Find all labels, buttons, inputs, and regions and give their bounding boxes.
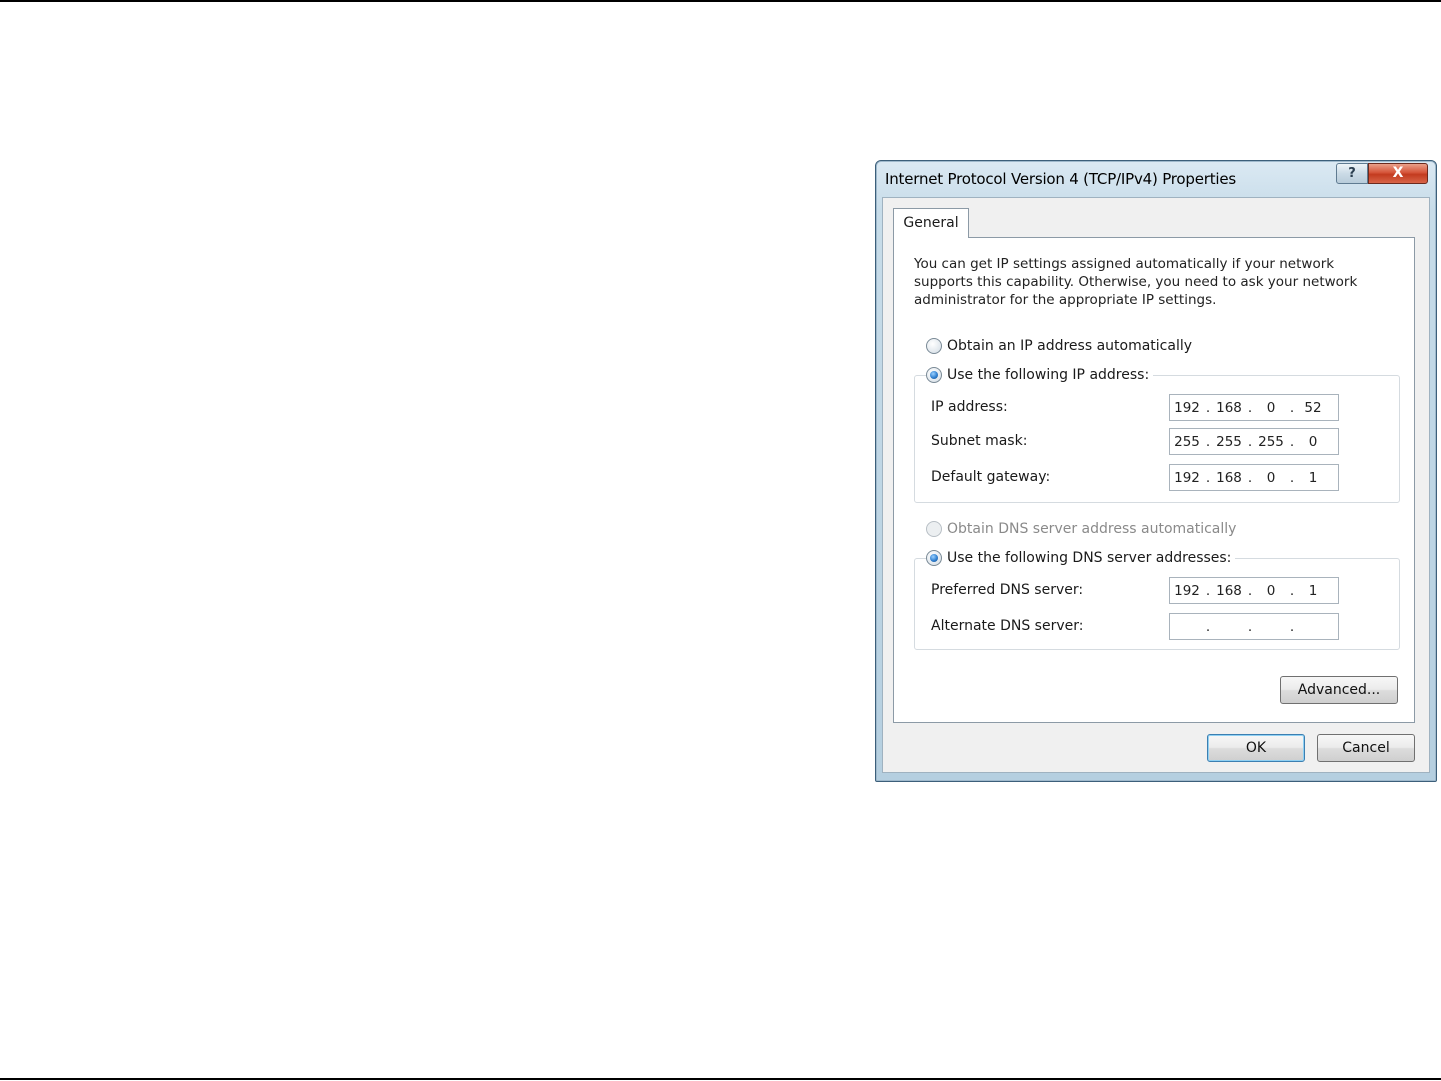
- title-bar[interactable]: Internet Protocol Version 4 (TCP/IPv4) P…: [876, 161, 1436, 199]
- ok-button[interactable]: OK: [1207, 734, 1305, 762]
- obtain-ip-auto-label: Obtain an IP address automatically: [947, 338, 1193, 354]
- octet-dot: .: [1247, 469, 1253, 486]
- general-tab-panel: You can get IP settings assigned automat…: [893, 237, 1415, 723]
- preferred-dns-row: Preferred DNS server: 192. 168. 0. 1: [931, 577, 1391, 605]
- octet-dot: .: [1205, 469, 1211, 486]
- octet: 0: [1266, 399, 1276, 416]
- page-bottom-rule: [0, 1078, 1441, 1080]
- subnet-mask-row: Subnet mask: 255. 255. 255. 0: [931, 428, 1391, 456]
- ip-address-field[interactable]: 192. 168. 0. 52: [1169, 394, 1339, 421]
- default-gateway-field[interactable]: 192. 168. 0. 1: [1169, 464, 1339, 491]
- preferred-dns-label: Preferred DNS server:: [931, 582, 1084, 598]
- use-following-dns-radio[interactable]: Use the following DNS server addresses:: [926, 548, 1236, 568]
- help-icon: ?: [1348, 166, 1356, 181]
- octet: 255: [1174, 433, 1200, 450]
- octet-dot: .: [1289, 433, 1295, 450]
- obtain-dns-auto-radio[interactable]: Obtain DNS server address automatically: [926, 519, 1236, 539]
- octet-dot: .: [1289, 582, 1295, 599]
- cancel-button[interactable]: Cancel: [1317, 734, 1415, 762]
- octet-dot: .: [1205, 582, 1211, 599]
- octet: 168: [1216, 399, 1242, 416]
- help-button[interactable]: ?: [1336, 163, 1368, 184]
- octet: 192: [1174, 469, 1200, 486]
- octet: 0: [1266, 582, 1276, 599]
- close-button[interactable]: X: [1368, 163, 1428, 184]
- octet-dot: .: [1247, 433, 1253, 450]
- octet: 1: [1308, 469, 1318, 486]
- use-following-ip-radio[interactable]: Use the following IP address:: [926, 365, 1154, 385]
- radio-icon: [926, 338, 942, 354]
- subnet-mask-field[interactable]: 255. 255. 255. 0: [1169, 428, 1339, 455]
- advanced-button[interactable]: Advanced...: [1280, 676, 1398, 704]
- tab-general[interactable]: General: [893, 208, 969, 238]
- obtain-dns-auto-label: Obtain DNS server address automatically: [947, 521, 1237, 537]
- octet: 192: [1174, 399, 1200, 416]
- close-icon: X: [1392, 165, 1404, 181]
- use-following-dns-label: Use the following DNS server addresses:: [947, 550, 1232, 566]
- ip-address-row: IP address: 192. 168. 0. 52: [931, 394, 1391, 422]
- octet-dot: .: [1247, 399, 1253, 416]
- alternate-dns-row: Alternate DNS server: . . .: [931, 613, 1391, 641]
- octet-dot: .: [1247, 582, 1253, 599]
- octet: 0: [1308, 433, 1318, 450]
- radio-icon: [926, 550, 942, 566]
- subnet-mask-label: Subnet mask:: [931, 433, 1028, 449]
- octet: 255: [1216, 433, 1242, 450]
- octet-dot: .: [1205, 618, 1211, 635]
- default-gateway-row: Default gateway: 192. 168. 0. 1: [931, 464, 1391, 492]
- page-top-rule: [0, 0, 1441, 2]
- dialog-title: Internet Protocol Version 4 (TCP/IPv4) P…: [885, 170, 1237, 188]
- default-gateway-label: Default gateway:: [931, 469, 1051, 485]
- octet-dot: .: [1289, 399, 1295, 416]
- octet-dot: .: [1205, 399, 1211, 416]
- dns-server-group: Preferred DNS server: 192. 168. 0. 1 Alt…: [914, 558, 1400, 650]
- alternate-dns-field[interactable]: . . .: [1169, 613, 1339, 640]
- intro-text: You can get IP settings assigned automat…: [914, 256, 1358, 308]
- octet: 192: [1174, 582, 1200, 599]
- octet: 52: [1304, 399, 1322, 416]
- tcpip-properties-dialog: Internet Protocol Version 4 (TCP/IPv4) P…: [875, 160, 1437, 782]
- radio-icon: [926, 521, 942, 537]
- octet: 255: [1258, 433, 1284, 450]
- octet-dot: .: [1289, 618, 1295, 635]
- alternate-dns-label: Alternate DNS server:: [931, 618, 1084, 634]
- preferred-dns-field[interactable]: 192. 168. 0. 1: [1169, 577, 1339, 604]
- use-following-ip-label: Use the following IP address:: [947, 367, 1150, 383]
- octet: 0: [1266, 469, 1276, 486]
- ip-address-group: IP address: 192. 168. 0. 52 Subnet mask:…: [914, 375, 1400, 503]
- octet-dot: .: [1205, 433, 1211, 450]
- octet: 168: [1216, 582, 1242, 599]
- dialog-client-area: General You can get IP settings assigned…: [882, 197, 1430, 773]
- obtain-ip-auto-radio[interactable]: Obtain an IP address automatically: [926, 336, 1192, 356]
- radio-icon: [926, 367, 942, 383]
- octet-dot: .: [1247, 618, 1253, 635]
- octet: 1: [1308, 582, 1318, 599]
- octet: 168: [1216, 469, 1242, 486]
- octet-dot: .: [1289, 469, 1295, 486]
- ip-address-label: IP address:: [931, 399, 1008, 415]
